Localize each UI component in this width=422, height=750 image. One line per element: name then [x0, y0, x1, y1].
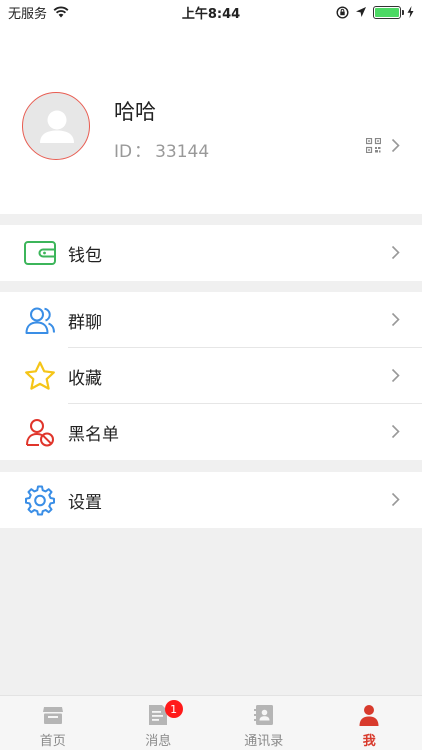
star-icon — [22, 358, 58, 394]
gear-icon — [22, 482, 58, 518]
battery-level — [375, 7, 399, 17]
tab-me[interactable]: 我 — [317, 696, 422, 750]
menu-label-favorites: 收藏 — [68, 368, 102, 389]
chevron-right-icon — [391, 245, 400, 260]
orientation-lock-icon — [336, 5, 349, 19]
menu-label-wallet: 钱包 — [68, 245, 102, 266]
wifi-icon — [53, 6, 69, 18]
chevron-right-icon — [391, 312, 400, 327]
battery-icon — [373, 5, 404, 19]
menu-label-group-chat: 群聊 — [68, 312, 102, 333]
wallet-section: 钱包 — [0, 225, 422, 281]
menu-label-blacklist: 黑名单 — [68, 424, 119, 445]
menu-item-group-chat[interactable]: 群聊 — [0, 292, 422, 348]
settings-section: 设置 — [0, 472, 422, 528]
status-bar: 无服务 上午8:44 — [0, 0, 422, 24]
user-id-value: 33144 — [155, 142, 210, 162]
unread-badge: 1 — [164, 700, 183, 718]
wallet-icon — [22, 235, 58, 271]
user-id-label: ID — [114, 142, 133, 162]
chevron-right-icon — [391, 138, 400, 153]
tab-label-contacts: 通讯录 — [244, 734, 284, 749]
chevron-right-icon — [391, 368, 400, 383]
default-avatar-icon — [40, 110, 74, 143]
location-arrow-icon — [356, 7, 366, 17]
tab-bar: 首页 1 消息 通讯录 我 — [0, 695, 422, 750]
carrier-label: 无服务 — [8, 6, 48, 22]
tab-home[interactable]: 首页 — [0, 696, 106, 750]
group-chat-icon — [22, 302, 58, 338]
menu-item-wallet[interactable]: 钱包 — [0, 225, 422, 281]
contacts-icon — [253, 705, 273, 725]
charging-bolt-icon — [407, 6, 414, 18]
tab-contacts[interactable]: 通讯录 — [211, 696, 317, 750]
qr-code-icon — [366, 138, 381, 153]
blacklist-icon — [22, 414, 58, 450]
tab-messages[interactable]: 1 消息 — [106, 696, 212, 750]
tab-label-messages: 消息 — [145, 734, 172, 749]
home-store-icon — [42, 707, 63, 724]
avatar[interactable] — [22, 92, 90, 160]
tab-label-home: 首页 — [39, 734, 66, 749]
social-section: 群聊 收藏 黑名单 — [0, 292, 422, 460]
tab-label-me: 我 — [362, 734, 376, 749]
user-id: ID： 33144 — [114, 137, 209, 162]
profile-header[interactable]: 哈哈 ID： 33144 — [0, 24, 422, 214]
menu-item-settings[interactable]: 设置 — [0, 472, 422, 528]
nickname: 哈哈 — [114, 100, 156, 124]
user-id-separator: ： — [134, 142, 152, 162]
chevron-right-icon — [391, 424, 400, 439]
menu-item-blacklist[interactable]: 黑名单 — [0, 404, 422, 460]
menu-label-settings: 设置 — [68, 492, 102, 513]
menu-item-favorites[interactable]: 收藏 — [0, 348, 422, 404]
qr-code-button[interactable] — [366, 138, 400, 153]
person-icon — [359, 705, 379, 726]
chevron-right-icon — [391, 492, 400, 507]
